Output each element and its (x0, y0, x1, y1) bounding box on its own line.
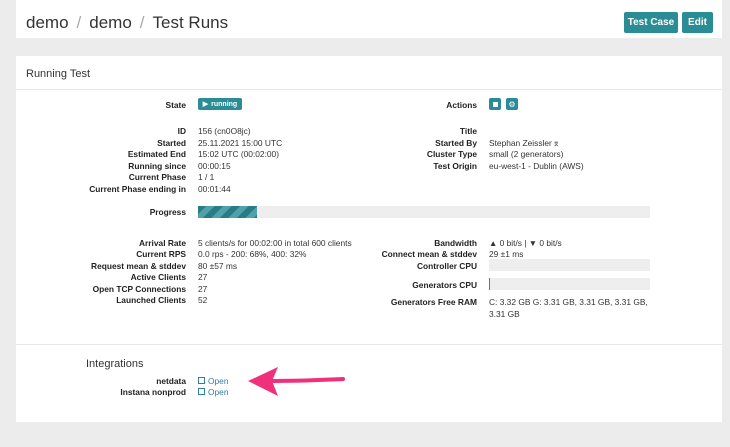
arrow-annotation (248, 367, 345, 396)
